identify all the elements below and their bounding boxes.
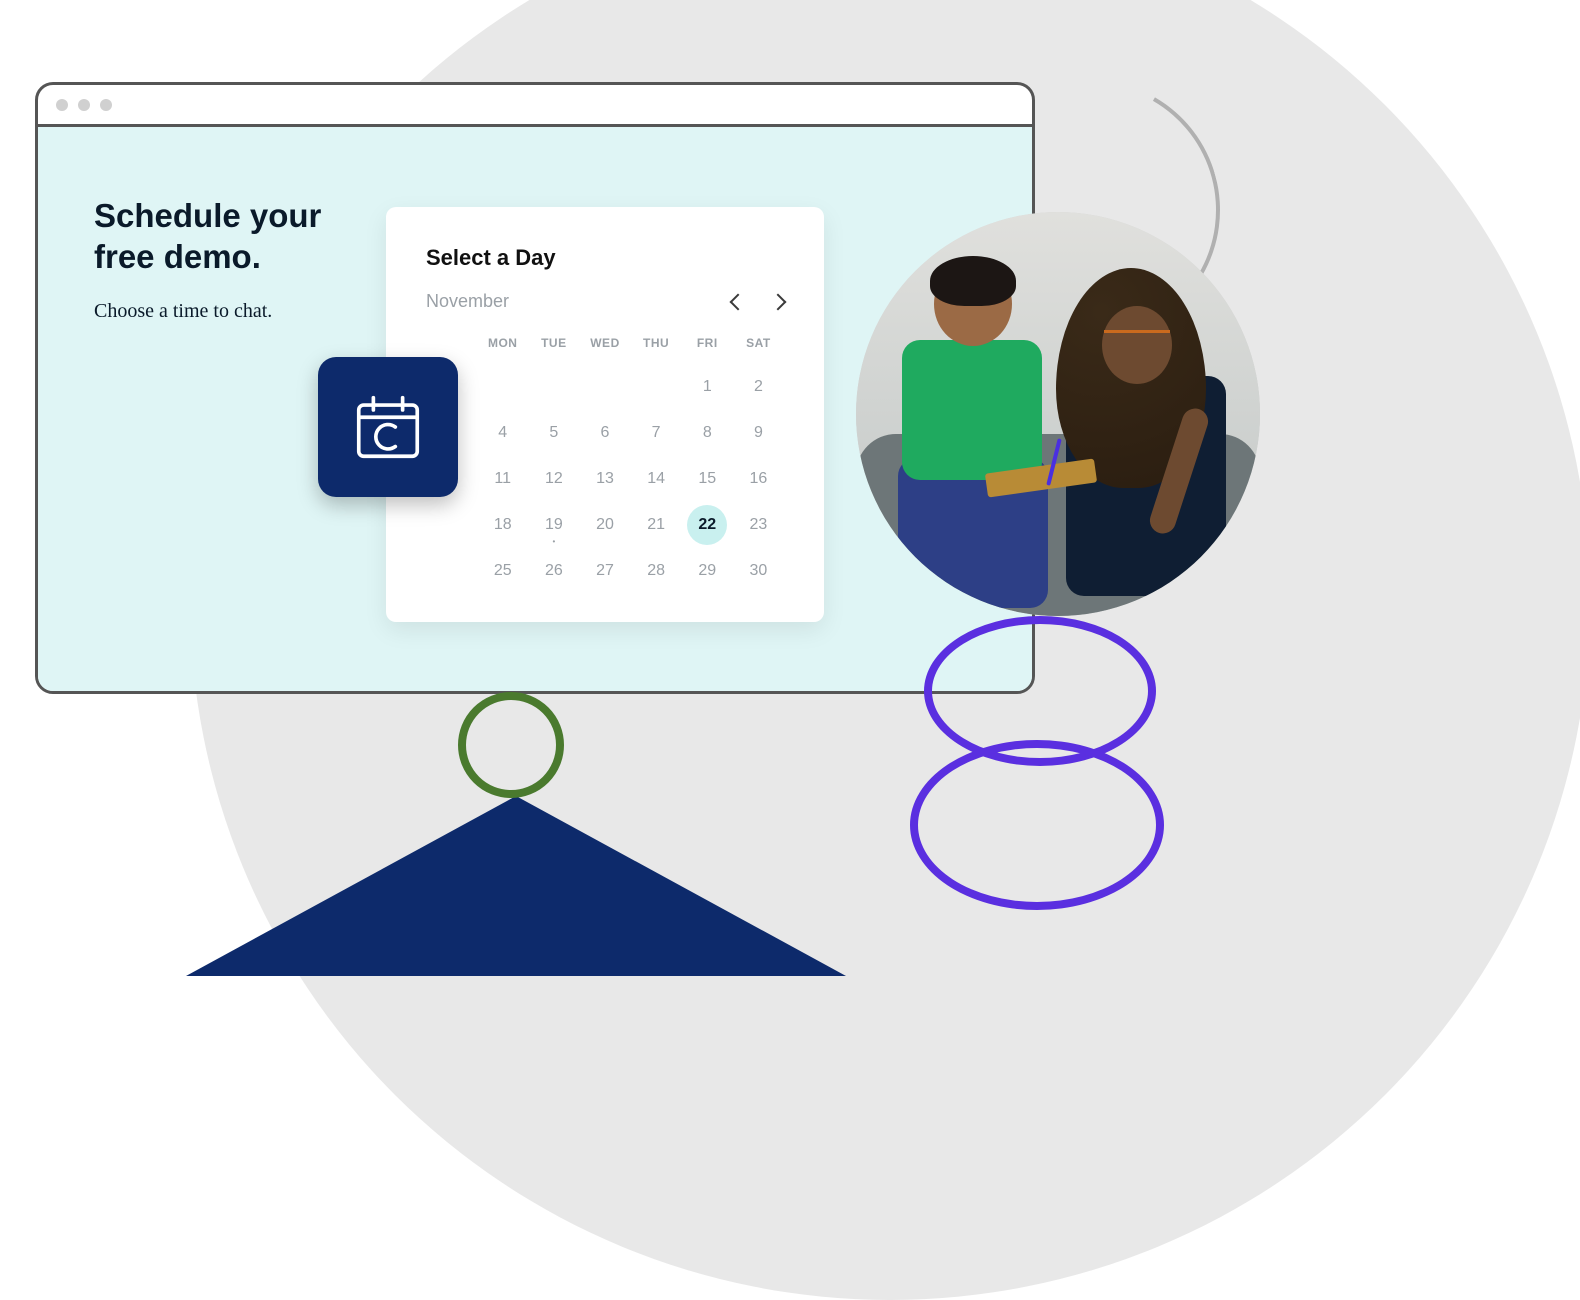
- decorative-purple-eight: [910, 616, 1170, 906]
- traffic-light-dot: [78, 99, 90, 111]
- calendar-day[interactable]: 9: [733, 410, 784, 456]
- calendar-day[interactable]: 25: [477, 548, 528, 594]
- calendar-day[interactable]: 7: [631, 410, 682, 456]
- calendar-day[interactable]: 14: [631, 456, 682, 502]
- calendar-day[interactable]: 4: [477, 410, 528, 456]
- chevron-left-icon[interactable]: [730, 293, 747, 310]
- calendar-day[interactable]: 28: [631, 548, 682, 594]
- calendar-dow-label: FRI: [682, 330, 733, 364]
- calendar-day[interactable]: 18: [477, 502, 528, 548]
- calendar-day[interactable]: 8: [682, 410, 733, 456]
- calendar-day[interactable]: 21: [631, 502, 682, 548]
- calendar-day[interactable]: 20: [579, 502, 630, 548]
- calendar-day[interactable]: 30: [733, 548, 784, 594]
- calendar-day[interactable]: 1: [682, 364, 733, 410]
- calendar-dow-label: SAT: [733, 330, 784, 364]
- decorative-green-ring: [458, 692, 564, 798]
- calendar-dow-label: TUE: [528, 330, 579, 364]
- calendar-title: Select a Day: [426, 245, 784, 271]
- browser-titlebar: [38, 85, 1032, 127]
- calendar-day[interactable]: 22: [682, 502, 733, 548]
- calendar-dow-label: THU: [631, 330, 682, 364]
- calendar-dow-label: WED: [579, 330, 630, 364]
- calendar-day[interactable]: 23: [733, 502, 784, 548]
- calendar-day[interactable]: 15: [682, 456, 733, 502]
- calendar-day[interactable]: 5: [528, 410, 579, 456]
- headline-line: Schedule your: [94, 197, 321, 234]
- calendar-dow-label: MON: [477, 330, 528, 364]
- chevron-right-icon[interactable]: [770, 293, 787, 310]
- calendar-nav: [732, 296, 784, 308]
- calendar-header: November: [426, 291, 784, 312]
- calendar-badge: [318, 357, 458, 497]
- calendar-day[interactable]: 27: [579, 548, 630, 594]
- calendar-day[interactable]: 13: [579, 456, 630, 502]
- headline-line: free demo.: [94, 238, 261, 275]
- calendar-day[interactable]: 11: [477, 456, 528, 502]
- calendar-day[interactable]: 29: [682, 548, 733, 594]
- calendar-day[interactable]: 12: [528, 456, 579, 502]
- traffic-light-dot: [56, 99, 68, 111]
- page-headline: Schedule your free demo.: [94, 195, 374, 278]
- calendar-day[interactable]: 2: [733, 364, 784, 410]
- demo-photo: [856, 212, 1260, 616]
- calendar-month-label: November: [426, 291, 509, 312]
- calendar-grid: SUNMONTUEWEDTHUFRISAT1234567891011121314…: [426, 330, 784, 594]
- traffic-light-dot: [100, 99, 112, 111]
- calendar-day[interactable]: 16: [733, 456, 784, 502]
- calendar-day[interactable]: 19: [528, 502, 579, 548]
- calendar-day[interactable]: 6: [579, 410, 630, 456]
- calendar-icon: [349, 388, 427, 466]
- calendar-day[interactable]: 26: [528, 548, 579, 594]
